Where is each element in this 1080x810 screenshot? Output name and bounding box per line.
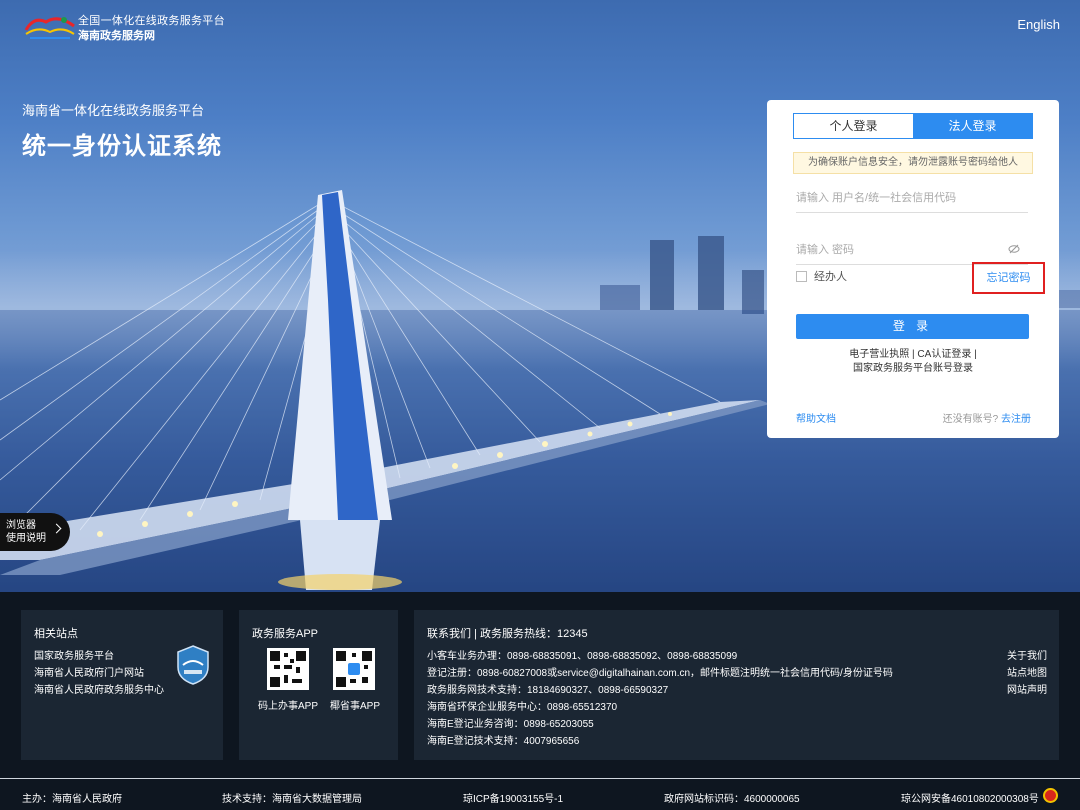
agent-checkbox[interactable] (796, 270, 807, 282)
agent-label: 经办人 (814, 271, 847, 283)
sitemap-link[interactable]: 站点地图 (1007, 664, 1047, 679)
english-language-link[interactable]: English (1017, 17, 1060, 32)
police-badge-icon (1043, 788, 1058, 803)
related-link[interactable]: 海南省人民政府政务服务中心 (34, 681, 164, 696)
browser-guide-button[interactable]: 浏览器 使用说明 (0, 513, 70, 551)
contact-line: 海南E登记业务咨询：0898-65203055 (427, 719, 594, 730)
no-account-text: 还没有账号? (942, 414, 999, 425)
footer: 相关站点 国家政务服务平台 海南省人民政府门户网站 海南省人民政府政务服务中心 … (0, 592, 1080, 810)
related-link[interactable]: 海南省人民政府门户网站 (34, 664, 144, 679)
icp-record-link[interactable]: 琼ICP备19003155号-1 (463, 790, 563, 805)
browser-guide-line1: 浏览器 (6, 520, 36, 531)
logo-title-line2: 海南政务服务网 (78, 30, 155, 42)
tech-support-info: 技术支持：海南省大数据管理局 (222, 794, 362, 805)
app-label-mashang: 码上办事APP (258, 701, 319, 712)
login-card: 个人登录 法人登录 为确保账户信息安全，请勿泄露账号密码给他人 经办人 忘记密码… (767, 100, 1059, 438)
contact-line: 小客车业务办理：0898-68835091、0898-68835092、0898… (427, 651, 738, 662)
agent-checkbox-row[interactable]: 经办人 (796, 268, 847, 284)
top-bar: 全国一体化在线政务服务平台 海南政务服务网 English (0, 0, 1080, 50)
footer-bottom-bar: 主办：海南省人民政府 技术支持：海南省大数据管理局 琼ICP备19003155号… (0, 778, 1080, 810)
gov-apps-title: 政务服务APP (252, 628, 319, 640)
contact-line: 登记注册：0898-60827008或service@digitalhainan… (427, 668, 893, 679)
related-link[interactable]: 国家政务服务平台 (34, 647, 114, 662)
app-label-yeshengshi: 椰省事APP (330, 701, 381, 712)
alt-login-line1[interactable]: 电子营业执照 | CA认证登录 | (767, 348, 1059, 362)
password-input[interactable] (796, 237, 1028, 263)
help-docs-link[interactable]: 帮助文档 (796, 410, 836, 425)
login-tabs: 个人登录 法人登录 (793, 113, 1033, 139)
username-input[interactable] (796, 185, 1028, 211)
register-link[interactable]: 去注册 (1001, 414, 1031, 425)
police-record-link[interactable]: 琼公网安备46010802000308号 (901, 790, 1039, 805)
contact-line: 海南E登记技术支持：4007965656 (427, 736, 580, 747)
qr-code-icon[interactable] (333, 648, 375, 690)
login-button[interactable]: 登 录 (796, 314, 1029, 339)
gov-site-id: 政府网站标识码：4600000065 (664, 794, 800, 805)
logo-title-line1: 全国一体化在线政务服务平台 (78, 15, 225, 27)
contact-panel: 联系我们 | 政务服务热线：12345 小客车业务办理：0898-6883509… (414, 610, 1059, 760)
hero-banner: 全国一体化在线政务服务平台 海南政务服务网 English 海南省一体化在线政务… (0, 0, 1080, 592)
site-statement-link[interactable]: 网站声明 (1007, 681, 1047, 696)
contact-title: 联系我们 | 政务服务热线：12345 (427, 628, 588, 640)
tab-personal-login[interactable]: 个人登录 (794, 114, 913, 138)
username-field (796, 185, 1028, 213)
about-us-link[interactable]: 关于我们 (1007, 647, 1047, 662)
gov-service-badge-icon[interactable] (176, 645, 210, 685)
register-prompt: 还没有账号? 去注册 (943, 410, 1031, 425)
hainan-logo-icon[interactable] (24, 12, 76, 42)
host-info: 主办：海南省人民政府 (22, 794, 122, 805)
security-notice: 为确保账户信息安全，请勿泄露账号密码给他人 (793, 152, 1033, 174)
tab-legal-person-login[interactable]: 法人登录 (913, 114, 1032, 138)
hero-title: 统一身份认证系统 (22, 133, 222, 160)
forgot-password-link[interactable]: 忘记密码 (972, 262, 1045, 294)
eye-hidden-icon[interactable] (1008, 244, 1020, 254)
browser-guide-line2: 使用说明 (6, 533, 46, 544)
qr-code-icon[interactable] (267, 648, 309, 690)
alternative-login-links: 电子营业执照 | CA认证登录 | 国家政务服务平台账号登录 (767, 348, 1059, 376)
password-field (796, 237, 1028, 265)
related-sites-title: 相关站点 (34, 628, 78, 640)
alt-login-line2[interactable]: 国家政务服务平台账号登录 (767, 362, 1059, 376)
hero-subtitle: 海南省一体化在线政务服务平台 (22, 103, 205, 118)
related-sites-panel: 相关站点 国家政务服务平台 海南省人民政府门户网站 海南省人民政府政务服务中心 (21, 610, 223, 760)
gov-apps-panel: 政务服务APP 码上办事APP 椰省事APP (239, 610, 398, 760)
contact-line: 政务服务网技术支持：18184690327、0898-66590327 (427, 685, 669, 696)
contact-line: 海南省环保企业服务中心：0898-65512370 (427, 702, 618, 713)
